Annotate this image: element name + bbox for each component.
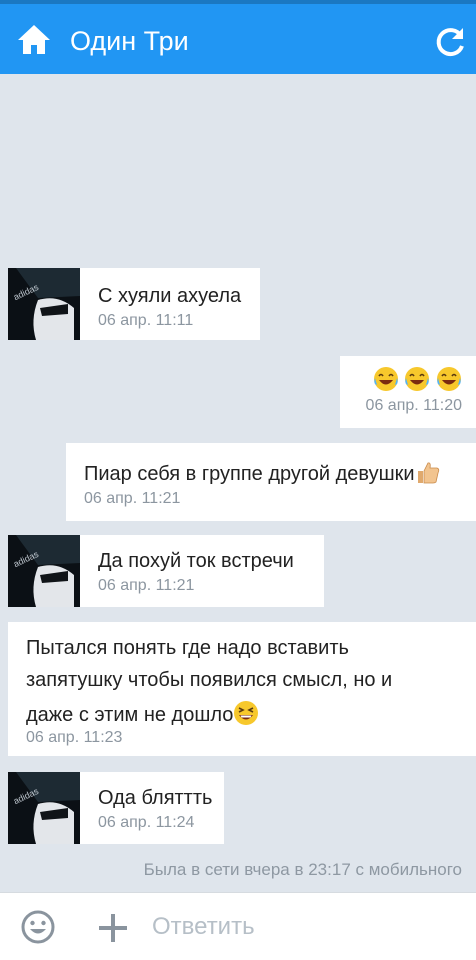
message-text-line: Пытался понять где надо вставить [26, 637, 349, 659]
message-text-line: запятушку чтобы появился смысл, но и [26, 669, 393, 691]
message-time: 06 апр. 11:11 [98, 312, 194, 329]
message-bubble[interactable]: 06 апр. 11:20 [340, 356, 476, 428]
laughing-crying-emoji [437, 367, 461, 391]
home-icon [18, 25, 50, 54]
message-time: 06 апр. 11:20 [365, 397, 462, 414]
message-time: 06 апр. 11:23 [26, 729, 123, 746]
avatar[interactable]: adidas [8, 535, 80, 607]
grinning-squint-emoji [234, 701, 259, 725]
message-text-line: даже с этим не дошло [26, 704, 234, 726]
refresh-button[interactable] [432, 24, 468, 60]
message-text-row: Пиар себя в группе другой девушки [84, 459, 476, 488]
message-text: Да похуй ток встречи [98, 550, 294, 572]
message-time: 06 апр. 11:21 [98, 577, 195, 594]
home-button[interactable] [16, 22, 52, 58]
message-time: 06 апр. 11:21 [84, 490, 181, 507]
message-composer [0, 892, 476, 960]
message-bubble[interactable]: Пиар себя в группе другой девушки 06 апр… [66, 443, 476, 521]
message-text: Пиар себя в группе другой девушки [84, 463, 415, 485]
message-bubble[interactable]: Ода бляттть 06 апр. 11:24 [80, 772, 224, 844]
emoji-button[interactable] [20, 909, 56, 945]
plus-icon [99, 914, 127, 942]
add-attachment-button[interactable] [96, 911, 130, 945]
message-time: 06 апр. 11:24 [98, 814, 195, 831]
laughing-crying-emoji [373, 367, 398, 391]
reply-input[interactable] [152, 911, 452, 943]
last-seen-status: Была в сети вчера в 23:17 с мобильного [143, 860, 462, 879]
refresh-icon [436, 28, 464, 57]
message-bubble[interactable]: С хуяли ахуела 06 апр. 11:11 [80, 268, 260, 340]
message-bubble[interactable]: Пытался понять где надо вставить запятуш… [8, 622, 476, 756]
thumbs-up-emoji [417, 462, 439, 484]
laughing-crying-emoji [405, 367, 430, 391]
avatar[interactable]: adidas [8, 772, 80, 844]
message-text: С хуяли ахуела [98, 285, 242, 307]
avatar[interactable]: adidas [8, 268, 80, 340]
chat-title: Один Три [70, 26, 189, 56]
message-text-row: даже с этим не дошло [26, 700, 476, 729]
message-text: Ода бляттть [98, 787, 213, 809]
app-bar: Один Три [0, 0, 476, 74]
smiley-icon [21, 910, 55, 944]
message-emoji-row [340, 366, 462, 395]
message-bubble[interactable]: Да похуй ток встречи 06 апр. 11:21 [80, 535, 324, 607]
